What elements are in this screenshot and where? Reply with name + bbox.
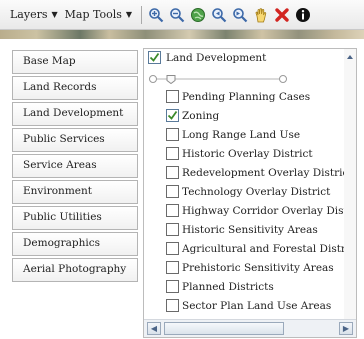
back-icon[interactable] [211, 7, 227, 23]
chevron-down-icon: ▼ [125, 10, 133, 19]
map-tools-menu-label: Map Tools [64, 8, 122, 21]
list-item[interactable]: Planned Districts [166, 277, 356, 296]
list-item[interactable]: Prehistoric Sensitivity Areas [166, 258, 356, 277]
chevron-left-icon: ◀ [150, 324, 158, 333]
list-item[interactable]: Sector Plan Land Use Areas [166, 296, 356, 315]
scroll-up-icon[interactable] [344, 50, 356, 64]
category-tabs: Base Map Land Records Land Development P… [12, 50, 138, 284]
layer-checkbox[interactable] [166, 128, 179, 141]
zoom-out-icon[interactable] [169, 7, 185, 23]
tab-service-areas[interactable]: Service Areas [12, 154, 138, 178]
layer-checkbox[interactable] [166, 204, 179, 217]
layers-menu[interactable]: Layers ▼ [10, 8, 58, 21]
layer-label: Prehistoric Sensitivity Areas [182, 261, 334, 274]
layer-checkbox[interactable] [166, 166, 179, 179]
toolbar-divider [141, 5, 143, 24]
list-item[interactable]: Technology Overlay District [166, 182, 356, 201]
layer-label: Historic Overlay District [182, 147, 313, 160]
list-item[interactable]: Redevelopment Overlay Districts [166, 163, 357, 182]
list-item[interactable]: Long Range Land Use [166, 125, 356, 144]
layer-checkbox[interactable] [166, 109, 179, 122]
layer-label: Historic Sensitivity Areas [182, 223, 318, 236]
group-checkbox[interactable] [148, 51, 161, 64]
layer-label: Agricultural and Forestal Districts [182, 242, 357, 255]
layer-label: Sector Plan Land Use Areas [182, 299, 332, 312]
layer-label: Technology Overlay District [182, 185, 331, 198]
tab-public-utilities[interactable]: Public Utilities [12, 206, 138, 230]
layer-checkbox[interactable] [166, 147, 179, 160]
pan-icon[interactable] [253, 7, 269, 23]
layer-checkbox[interactable] [166, 299, 179, 312]
layer-checkbox[interactable] [166, 90, 179, 103]
vertical-scrollbar[interactable] [344, 49, 356, 319]
list-item[interactable]: Pending Planning Cases [166, 87, 356, 106]
list-item[interactable]: Highway Corridor Overlay District [166, 201, 357, 220]
layer-label: Planned Districts [182, 280, 274, 293]
tab-land-records[interactable]: Land Records [12, 76, 138, 100]
transparency-slider[interactable] [148, 69, 288, 85]
layer-label: Highway Corridor Overlay District [182, 204, 357, 217]
layer-checkbox[interactable] [166, 261, 179, 274]
layer-checkbox[interactable] [166, 223, 179, 236]
tab-environment[interactable]: Environment [12, 180, 138, 204]
tab-base-map[interactable]: Base Map [12, 50, 138, 74]
group-header: Land Development [148, 51, 266, 64]
layer-label: Long Range Land Use [182, 128, 301, 141]
map-tools-menu[interactable]: Map Tools ▼ [65, 8, 132, 21]
chevron-down-icon: ▼ [51, 10, 58, 19]
forward-icon[interactable] [232, 7, 248, 23]
scroll-right-button[interactable]: ▶ [339, 322, 353, 335]
full-extent-icon[interactable] [190, 7, 206, 23]
layer-checkbox[interactable] [166, 280, 179, 293]
layer-checkbox[interactable] [166, 242, 179, 255]
scroll-thumb[interactable] [164, 322, 284, 335]
list-item[interactable]: Historic Sensitivity Areas [166, 220, 356, 239]
horizontal-scrollbar[interactable]: ◀ ▶ [144, 319, 356, 337]
list-item[interactable]: Zoning [166, 106, 356, 125]
tab-aerial-photography[interactable]: Aerial Photography [12, 258, 138, 282]
layer-label: Redevelopment Overlay Districts [182, 166, 357, 179]
scroll-left-button[interactable]: ◀ [147, 322, 161, 335]
toolbar: Layers ▼ Map Tools ▼ [0, 0, 364, 30]
layer-checkbox[interactable] [166, 185, 179, 198]
layer-list: Pending Planning Cases Zoning Long Range… [166, 87, 357, 315]
list-item[interactable]: Agricultural and Forestal Districts [166, 239, 357, 258]
tab-demographics[interactable]: Demographics [12, 232, 138, 256]
chevron-right-icon: ▶ [342, 324, 350, 333]
tab-land-development[interactable]: Land Development [12, 102, 138, 126]
group-label: Land Development [166, 51, 267, 64]
layer-label: Pending Planning Cases [182, 90, 311, 103]
list-item[interactable]: Historic Overlay District [166, 144, 356, 163]
identify-icon[interactable] [295, 7, 311, 23]
zoom-in-icon[interactable] [148, 7, 164, 23]
map-background [0, 30, 364, 39]
layers-menu-label: Layers [10, 8, 48, 21]
layer-label: Zoning [182, 109, 220, 122]
layer-panel: Land Development Pending Planning Cases … [143, 48, 357, 338]
tab-public-services[interactable]: Public Services [12, 128, 138, 152]
clear-icon[interactable] [274, 7, 290, 23]
